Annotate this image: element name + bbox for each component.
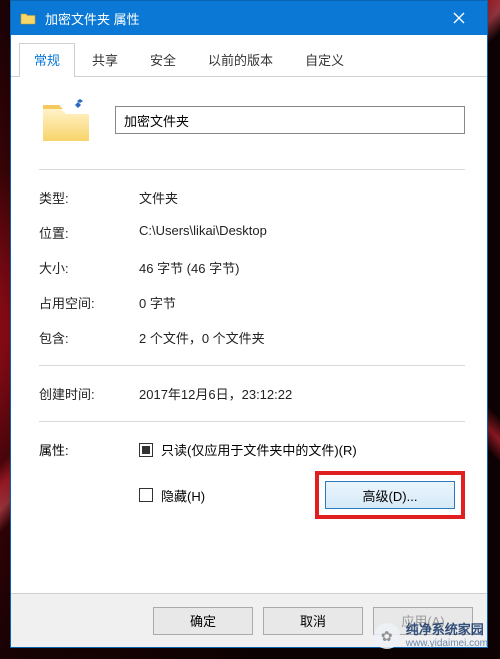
size-label: 大小: xyxy=(39,258,139,277)
advanced-button[interactable]: 高级(D)... xyxy=(325,481,455,509)
contains-value: 2 个文件，0 个文件夹 xyxy=(139,328,465,347)
highlight-annotation: 高级(D)... xyxy=(315,471,465,519)
ondisk-label: 占用空间: xyxy=(39,293,139,312)
hidden-checkbox-row[interactable]: 隐藏(H) xyxy=(139,486,205,505)
hidden-checkbox[interactable] xyxy=(139,488,153,502)
tab-general[interactable]: 常规 xyxy=(19,43,75,76)
cancel-button[interactable]: 取消 xyxy=(263,607,363,635)
tab-previous[interactable]: 以前的版本 xyxy=(193,43,288,76)
contains-label: 包含: xyxy=(39,328,139,347)
type-value: 文件夹 xyxy=(139,188,465,207)
titlebar[interactable]: 加密文件夹 属性 xyxy=(11,1,487,35)
attrs-label: 属性: xyxy=(39,440,139,459)
window-title: 加密文件夹 属性 xyxy=(45,9,439,28)
folder-icon xyxy=(19,9,37,27)
folder-large-icon xyxy=(39,95,93,145)
watermark-logo-icon: ✿ xyxy=(374,623,400,649)
hidden-label: 隐藏(H) xyxy=(161,486,205,505)
watermark: ✿ 纯净系统家园 www.yidaimei.com xyxy=(374,623,488,649)
close-button[interactable] xyxy=(439,6,479,30)
divider xyxy=(39,169,465,170)
readonly-checkbox-row[interactable]: 只读(仅应用于文件夹中的文件)(R) xyxy=(139,440,465,459)
folder-name-input[interactable] xyxy=(115,106,465,134)
watermark-url: www.yidaimei.com xyxy=(406,638,488,649)
location-label: 位置: xyxy=(39,223,139,242)
properties-dialog: 加密文件夹 属性 常规 共享 安全 以前的版本 自定义 xyxy=(10,0,488,648)
size-value: 46 字节 (46 字节) xyxy=(139,258,465,277)
location-value: C:\Users\likai\Desktop xyxy=(139,223,465,238)
content-panel: 类型: 文件夹 位置: C:\Users\likai\Desktop 大小: 4… xyxy=(11,77,487,593)
readonly-label: 只读(仅应用于文件夹中的文件)(R) xyxy=(161,440,357,459)
ok-button[interactable]: 确定 xyxy=(153,607,253,635)
tab-strip: 常规 共享 安全 以前的版本 自定义 xyxy=(11,35,487,77)
ondisk-value: 0 字节 xyxy=(139,293,465,312)
readonly-checkbox[interactable] xyxy=(139,443,153,457)
created-label: 创建时间: xyxy=(39,384,139,403)
tab-sharing[interactable]: 共享 xyxy=(77,43,133,76)
divider xyxy=(39,421,465,422)
tab-custom[interactable]: 自定义 xyxy=(290,43,359,76)
watermark-title: 纯净系统家园 xyxy=(406,623,488,637)
created-value: 2017年12月6日，23:12:22 xyxy=(139,384,465,403)
divider xyxy=(39,365,465,366)
type-label: 类型: xyxy=(39,188,139,207)
tab-security[interactable]: 安全 xyxy=(135,43,191,76)
